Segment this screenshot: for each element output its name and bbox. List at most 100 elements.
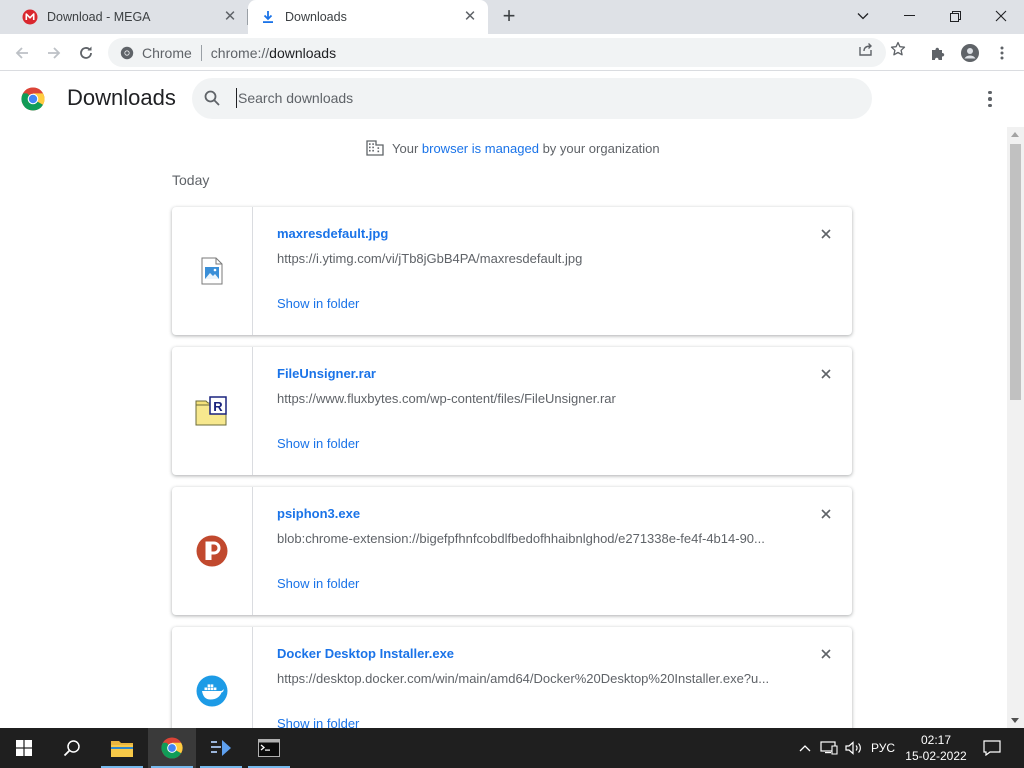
remove-from-list-button[interactable] bbox=[818, 366, 834, 382]
more-vert-icon bbox=[1000, 46, 1004, 60]
image-file-icon bbox=[201, 257, 223, 285]
minimize-button[interactable] bbox=[886, 0, 932, 32]
folder-icon bbox=[111, 741, 133, 757]
input-language-indicator[interactable]: РУС bbox=[866, 728, 900, 768]
docker-icon bbox=[196, 675, 228, 707]
speaker-icon bbox=[845, 741, 861, 755]
file-url[interactable]: blob:chrome-extension://bigefpfhnfcobdlf… bbox=[277, 531, 782, 546]
svg-text:R: R bbox=[213, 399, 223, 414]
restore-button[interactable] bbox=[932, 0, 978, 32]
bookmark-button[interactable] bbox=[887, 38, 909, 60]
show-in-folder-link[interactable]: Show in folder bbox=[277, 296, 359, 311]
show-in-folder-link[interactable]: Show in folder bbox=[277, 716, 359, 728]
network-icon bbox=[820, 741, 838, 755]
file-name-link[interactable]: psiphon3.exe bbox=[277, 506, 360, 521]
url-host: downloads bbox=[269, 44, 337, 61]
downloads-menu-button[interactable] bbox=[980, 88, 1000, 110]
reload-button[interactable] bbox=[72, 39, 100, 67]
rar-archive-icon: R bbox=[195, 396, 227, 426]
forward-button[interactable] bbox=[40, 39, 68, 67]
address-bar[interactable]: Chrome chrome://downloads bbox=[108, 38, 886, 67]
download-item: maxresdefault.jpg https://i.ytimg.com/vi… bbox=[172, 207, 852, 335]
close-icon bbox=[821, 509, 831, 519]
scrollbar-thumb[interactable] bbox=[1010, 144, 1021, 400]
chrome-logo-icon bbox=[21, 87, 45, 111]
downloads-header: Downloads bbox=[0, 71, 1024, 127]
notification-icon bbox=[983, 740, 1001, 756]
chrome-taskbar-button[interactable] bbox=[148, 728, 196, 768]
extensions-button[interactable] bbox=[924, 39, 952, 67]
file-name-link[interactable]: Docker Desktop Installer.exe bbox=[277, 646, 454, 661]
file-url[interactable]: https://desktop.docker.com/win/main/amd6… bbox=[277, 671, 782, 686]
scroll-down-arrow-icon[interactable] bbox=[1011, 718, 1019, 723]
tab-mega[interactable]: Download - MEGA ✕ bbox=[8, 0, 248, 34]
star-icon bbox=[890, 41, 906, 56]
tab-downloads[interactable]: Downloads ✕ bbox=[248, 0, 488, 34]
new-tab-button[interactable]: + bbox=[498, 5, 520, 27]
search-input[interactable] bbox=[236, 88, 836, 108]
file-icon-column bbox=[172, 207, 253, 335]
tab-search-button[interactable] bbox=[840, 0, 886, 32]
terminal-icon bbox=[258, 739, 280, 757]
search-icon[interactable] bbox=[204, 90, 221, 107]
volume-button[interactable] bbox=[843, 728, 865, 768]
remove-from-list-button[interactable] bbox=[818, 506, 834, 522]
scroll-up-arrow-icon[interactable] bbox=[1011, 132, 1019, 137]
search-taskbar-button[interactable] bbox=[48, 728, 96, 768]
app-icon bbox=[211, 740, 231, 756]
show-in-folder-link[interactable]: Show in folder bbox=[277, 436, 359, 451]
tab-title: Downloads bbox=[285, 10, 347, 24]
windows-logo-icon bbox=[16, 740, 32, 756]
file-name-link[interactable]: FileUnsigner.rar bbox=[277, 366, 376, 381]
remove-from-list-button[interactable] bbox=[818, 226, 834, 242]
file-icon-column bbox=[172, 627, 253, 728]
profile-button[interactable] bbox=[956, 39, 984, 67]
back-button[interactable] bbox=[8, 39, 36, 67]
tab-title: Download - MEGA bbox=[47, 10, 151, 24]
close-window-button[interactable] bbox=[978, 0, 1024, 32]
show-in-folder-link[interactable]: Show in folder bbox=[277, 576, 359, 591]
managed-prefix: Your bbox=[392, 140, 422, 156]
download-icon bbox=[260, 9, 276, 25]
file-name-link[interactable]: maxresdefault.jpg bbox=[277, 226, 388, 241]
start-button[interactable] bbox=[0, 728, 48, 768]
remove-from-list-button[interactable] bbox=[818, 646, 834, 662]
more-vert-icon bbox=[988, 97, 992, 101]
clock-date: 15-02-2022 bbox=[905, 749, 967, 763]
chevron-down-icon bbox=[857, 13, 869, 20]
browser-toolbar: Chrome chrome://downloads bbox=[0, 34, 1024, 71]
system-clock[interactable]: 02:17 15-02-2022 bbox=[900, 732, 972, 764]
managed-notice: Your browser is managed by your organiza… bbox=[366, 140, 660, 156]
site-chip: Chrome bbox=[142, 44, 192, 61]
file-icon-column bbox=[172, 487, 253, 615]
managed-suffix: by your organization bbox=[538, 140, 660, 156]
action-center-button[interactable] bbox=[980, 728, 1004, 768]
mega-icon bbox=[22, 9, 38, 25]
network-button[interactable] bbox=[818, 728, 840, 768]
chrome-page-icon bbox=[120, 46, 134, 59]
show-hidden-icons-button[interactable] bbox=[796, 728, 814, 768]
tab-strip: Download - MEGA ✕ Downloads ✕ + bbox=[0, 0, 1024, 34]
avatar-icon bbox=[961, 44, 979, 62]
powershell-taskbar-button[interactable] bbox=[197, 728, 245, 768]
close-icon bbox=[995, 10, 1007, 22]
download-item: Docker Desktop Installer.exe https://des… bbox=[172, 627, 852, 728]
close-tab-icon[interactable]: ✕ bbox=[222, 9, 238, 25]
file-url[interactable]: https://i.ytimg.com/vi/jTb8jGbB4PA/maxre… bbox=[277, 251, 782, 266]
terminal-taskbar-button[interactable] bbox=[245, 728, 293, 768]
file-url[interactable]: https://www.fluxbytes.com/wp-content/fil… bbox=[277, 391, 782, 406]
arrow-left-icon bbox=[15, 47, 28, 59]
arrow-right-icon bbox=[48, 47, 61, 59]
managed-link[interactable]: browser is managed bbox=[422, 141, 539, 156]
windows-taskbar: РУС 02:17 15-02-2022 bbox=[0, 728, 1024, 768]
download-item: R FileUnsigner.rar https://www.fluxbytes… bbox=[172, 347, 852, 475]
page-scrollbar[interactable] bbox=[1007, 127, 1024, 728]
restore-icon bbox=[949, 10, 961, 22]
puzzle-icon bbox=[932, 47, 945, 60]
search-box bbox=[192, 78, 872, 119]
building-icon bbox=[366, 140, 384, 156]
share-button[interactable] bbox=[855, 38, 877, 60]
close-tab-icon[interactable]: ✕ bbox=[462, 9, 478, 25]
file-explorer-taskbar-button[interactable] bbox=[98, 728, 146, 768]
chrome-menu-button[interactable] bbox=[988, 39, 1016, 67]
